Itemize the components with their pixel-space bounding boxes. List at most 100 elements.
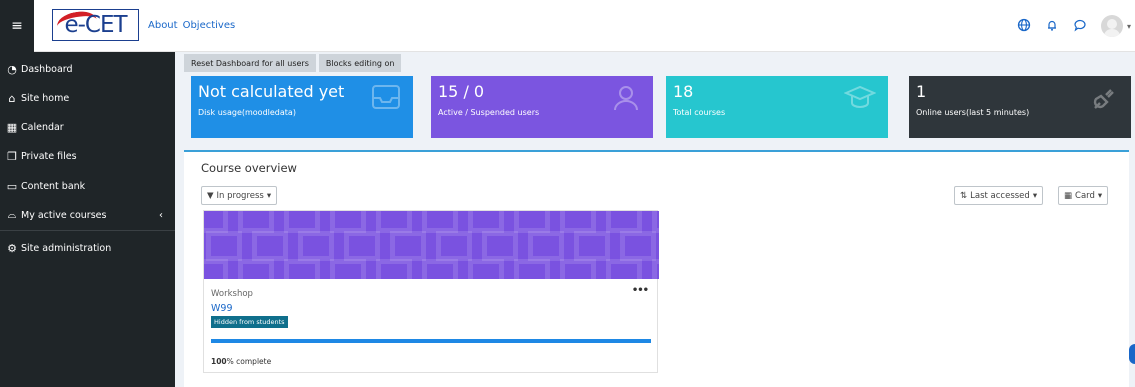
banner-pattern-square <box>606 211 642 233</box>
stat-card-disk-usage: Not calculated yet Disk usage(moodledata… <box>191 76 413 138</box>
banner-pattern-square <box>528 231 564 261</box>
banner-pattern-square <box>376 211 412 233</box>
progress-suffix: % complete <box>226 357 272 366</box>
inbox-icon <box>371 84 401 116</box>
chevron-down-icon[interactable]: ▾ <box>1127 22 1131 31</box>
home-icon: ⌂ <box>8 91 16 105</box>
banner-pattern-square <box>620 231 656 261</box>
chevron-down-icon: ▾ <box>1032 190 1038 201</box>
course-card[interactable]: Workshop ••• W99 Hidden from students 10… <box>203 210 659 373</box>
logo-text: e-CET <box>64 12 127 38</box>
progress-fill <box>211 339 651 343</box>
banner-pattern-square <box>206 231 242 261</box>
banner-pattern-square <box>606 259 642 279</box>
progress-percent: 100 <box>211 357 227 366</box>
banner-pattern-square <box>560 259 596 279</box>
dashboard-toolbar: Reset Dashboard for all users Blocks edi… <box>184 54 402 72</box>
sort-dropdown[interactable]: ⇅ Last accessed ▾ <box>954 186 1044 205</box>
user-avatar-icon[interactable] <box>1100 15 1123 37</box>
stat-card-online-users: 1 Online users(last 5 minutes) <box>909 76 1131 138</box>
bell-icon[interactable] <box>1045 18 1059 35</box>
banner-pattern-square <box>652 211 659 233</box>
sidebar-item-content-bank[interactable]: ▭ Content bank <box>0 172 175 200</box>
progress-text: 100% complete <box>211 357 271 366</box>
banner-pattern-square <box>652 259 659 279</box>
banner-pattern-square <box>238 211 274 233</box>
chat-icon[interactable] <box>1073 18 1087 35</box>
calendar-icon: ▦ <box>6 120 18 134</box>
sidebar-item-label: Private files <box>21 150 77 162</box>
banner-pattern-square <box>204 259 228 279</box>
sidebar-item-label: My active courses <box>21 209 107 221</box>
stat-card-users: 15 / 0 Active / Suspended users <box>431 76 653 138</box>
banner-pattern-square <box>284 211 320 233</box>
plug-icon <box>1089 84 1119 120</box>
file-icon: ❐ <box>7 149 17 163</box>
banner-pattern-square <box>468 259 504 279</box>
banner-pattern-square <box>574 231 610 261</box>
sidebar-divider <box>0 230 175 231</box>
sidebar-item-site-administration[interactable]: ⚙ Site administration <box>0 234 175 262</box>
filter-label: In progress <box>216 190 264 201</box>
banner-pattern-square <box>330 259 366 279</box>
banner-pattern-square <box>390 231 426 261</box>
banner-pattern-square <box>298 231 334 261</box>
banner-pattern-square <box>482 231 518 261</box>
sidebar-item-my-active-courses[interactable]: ⌓ My active courses ‹ <box>0 201 175 229</box>
banner-pattern-square <box>252 231 288 261</box>
chevron-left-icon[interactable]: ‹ <box>159 210 163 221</box>
bank-icon: ▭ <box>6 179 18 193</box>
top-nav-links: About Objectives <box>148 20 235 31</box>
sidebar-item-label: Dashboard <box>21 63 73 75</box>
gear-icon: ⚙ <box>7 241 17 255</box>
graduation-cap-icon: ⌓ <box>7 208 17 221</box>
main-content: Reset Dashboard for all users Blocks edi… <box>175 52 1135 387</box>
course-name-link[interactable]: W99 <box>211 303 232 314</box>
view-dropdown[interactable]: ▦ Card ▾ <box>1058 186 1109 205</box>
banner-pattern-square <box>238 259 274 279</box>
globe-icon[interactable] <box>1017 18 1031 35</box>
dashboard-icon: ◔ <box>7 62 17 76</box>
graduation-cap-icon <box>843 84 877 116</box>
banner-pattern-square <box>344 231 380 261</box>
chevron-down-icon: ▾ <box>266 190 272 201</box>
scroll-handle[interactable] <box>1129 344 1135 364</box>
banner-pattern-square <box>204 211 228 233</box>
banner-pattern-square <box>330 211 366 233</box>
banner-pattern-square <box>376 259 412 279</box>
objectives-link[interactable]: Objectives <box>183 20 236 31</box>
course-category: Workshop <box>211 289 253 299</box>
filter-dropdown[interactable]: ▼ In progress ▾ <box>201 186 278 205</box>
navbar-icons: ▾ <box>1017 14 1135 38</box>
stat-card-total-courses: 18 Total courses <box>666 76 888 138</box>
banner-pattern-square <box>422 211 458 233</box>
site-logo[interactable]: e-CET <box>52 9 139 41</box>
reset-dashboard-button[interactable]: Reset Dashboard for all users <box>184 54 316 72</box>
sidebar-item-label: Site administration <box>21 242 112 254</box>
sidebar-item-dashboard[interactable]: ◔ Dashboard <box>0 55 175 83</box>
blocks-editing-button[interactable]: Blocks editing on <box>318 54 402 72</box>
course-overview-title: Course overview <box>201 161 297 175</box>
sidebar-item-label: Calendar <box>21 121 64 133</box>
banner-pattern-square <box>284 259 320 279</box>
course-overview-panel: Course overview ▼ In progress ▾ ⇅ Last a… <box>184 150 1129 387</box>
banner-pattern-square <box>468 211 504 233</box>
view-label: Card <box>1075 190 1095 201</box>
about-link[interactable]: About <box>148 20 178 31</box>
sidebar-item-label: Site home <box>21 92 70 104</box>
sort-label: Last accessed <box>970 190 1030 201</box>
sort-icon: ⇅ <box>960 190 968 201</box>
course-banner-image[interactable] <box>204 211 659 279</box>
filter-icon: ▼ <box>207 190 214 201</box>
banner-pattern-square <box>514 211 550 233</box>
sidebar-item-private-files[interactable]: ❐ Private files <box>0 142 175 170</box>
grid-icon: ▦ <box>1064 190 1073 201</box>
sidebar-item-calendar[interactable]: ▦ Calendar <box>0 113 175 141</box>
hamburger-icon[interactable]: ≡ <box>0 0 34 52</box>
sidebar-item-site-home[interactable]: ⌂ Site home <box>0 84 175 112</box>
more-options-icon[interactable]: ••• <box>632 285 649 296</box>
top-navbar: ≡ e-CET About Objectives ▾ <box>0 0 1135 52</box>
users-icon <box>611 84 641 118</box>
banner-pattern-square <box>560 211 596 233</box>
banner-pattern-square <box>422 259 458 279</box>
